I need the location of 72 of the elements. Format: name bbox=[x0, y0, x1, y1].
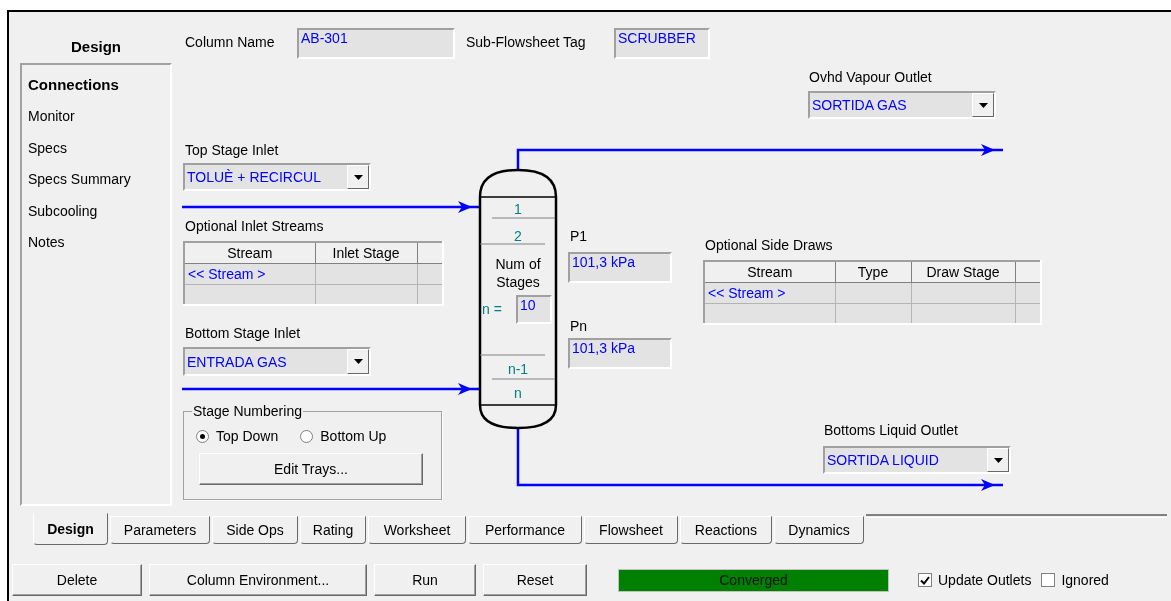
caret-icon bbox=[978, 102, 988, 108]
caret-icon bbox=[353, 359, 363, 364]
radio-option[interactable]: Bottom Up bbox=[300, 423, 387, 449]
group-title: Stage Numbering bbox=[192, 403, 303, 419]
field-label: Column Name bbox=[185, 34, 275, 50]
caret-icon bbox=[993, 457, 1003, 463]
dropdown[interactable]: TOLUÈ + RECIRCUL bbox=[183, 163, 371, 191]
tab[interactable]: Dynamics bbox=[774, 516, 864, 544]
action-button[interactable]: Delete bbox=[12, 564, 142, 596]
radio-icon[interactable] bbox=[300, 429, 314, 443]
checkbox-option[interactable]: Update Outlets bbox=[918, 572, 1032, 588]
field-label: P1 bbox=[570, 228, 588, 244]
table-cell[interactable] bbox=[911, 282, 1015, 303]
panel-header: Design bbox=[70, 37, 122, 57]
column-header: Type bbox=[835, 261, 911, 282]
tab[interactable]: Flowsheet bbox=[584, 516, 678, 544]
field-label: Optional Inlet Streams bbox=[185, 218, 324, 234]
text-field[interactable]: 101,3 kPa bbox=[568, 252, 672, 283]
tab[interactable]: Worksheet bbox=[368, 516, 466, 544]
field-label: Ovhd Vapour Outlet bbox=[809, 69, 932, 85]
field-label: Bottoms Liquid Outlet bbox=[824, 422, 958, 438]
sidebar-item[interactable]: Notes bbox=[28, 226, 164, 258]
dropdown[interactable]: SORTIDA GAS bbox=[808, 91, 996, 119]
column-header: Stream bbox=[184, 242, 315, 263]
field-label: Bottom Stage Inlet bbox=[185, 325, 301, 341]
column-header: Inlet Stage bbox=[315, 242, 417, 263]
sidebar-item[interactable]: Specs bbox=[28, 132, 164, 164]
table-cell[interactable] bbox=[315, 263, 417, 284]
field-label: Num of Stages bbox=[494, 255, 542, 291]
radio-option[interactable]: Top Down bbox=[196, 423, 279, 449]
tab[interactable]: Rating bbox=[300, 516, 366, 544]
tab[interactable]: Reactions bbox=[680, 516, 772, 544]
action-button[interactable]: Reset bbox=[483, 564, 587, 596]
table-cell[interactable]: << Stream > bbox=[704, 282, 835, 303]
edit-trays-button[interactable]: Edit Trays... bbox=[199, 453, 423, 485]
table-cell[interactable]: << Stream > bbox=[184, 263, 315, 284]
field-label: Top Stage Inlet bbox=[185, 142, 279, 158]
checkbox-icon[interactable] bbox=[1041, 573, 1056, 587]
table-cell[interactable] bbox=[835, 282, 911, 303]
tab[interactable]: Parameters bbox=[110, 516, 210, 544]
stage-label: n bbox=[513, 385, 523, 401]
dropdown[interactable]: SORTIDA LIQUID bbox=[823, 446, 1011, 474]
checkbox-icon[interactable] bbox=[918, 573, 932, 587]
text-field[interactable]: 10 bbox=[516, 295, 552, 324]
sidebar-item[interactable]: Subcooling bbox=[28, 195, 164, 227]
action-button[interactable]: Column Environment... bbox=[149, 564, 367, 596]
checkbox-option[interactable]: Ignored bbox=[1041, 572, 1109, 588]
text-field[interactable]: 101,3 kPa bbox=[568, 338, 672, 369]
column-header bbox=[1015, 261, 1041, 282]
field-label: Sub-Flowsheet Tag bbox=[466, 34, 586, 50]
radio-icon[interactable] bbox=[196, 429, 209, 443]
tab[interactable]: Performance bbox=[468, 516, 582, 544]
text-field[interactable]: SCRUBBER bbox=[614, 28, 710, 59]
action-button[interactable]: Run bbox=[374, 564, 476, 596]
column-header: Draw Stage bbox=[911, 261, 1015, 282]
sidebar-item[interactable]: Connections bbox=[28, 69, 164, 101]
caret-icon bbox=[353, 174, 363, 180]
stage-label: 2 bbox=[513, 228, 523, 244]
field-label: n = bbox=[482, 301, 502, 317]
field-label: Pn bbox=[570, 318, 588, 334]
tab[interactable]: Design bbox=[33, 513, 108, 545]
sidebar-item[interactable]: Monitor bbox=[28, 100, 164, 132]
field-label: Optional Side Draws bbox=[705, 237, 833, 253]
stage-label: n-1 bbox=[506, 361, 530, 377]
text-field[interactable]: AB-301 bbox=[297, 28, 455, 59]
column-header bbox=[417, 242, 443, 263]
sidebar-item[interactable]: Specs Summary bbox=[28, 163, 164, 195]
stage-label: 1 bbox=[513, 201, 523, 217]
dropdown[interactable]: ENTRADA GAS bbox=[183, 347, 371, 376]
column-header: Stream bbox=[704, 261, 835, 282]
tab[interactable]: Side Ops bbox=[212, 516, 298, 544]
status-bar: Converged bbox=[618, 568, 889, 592]
